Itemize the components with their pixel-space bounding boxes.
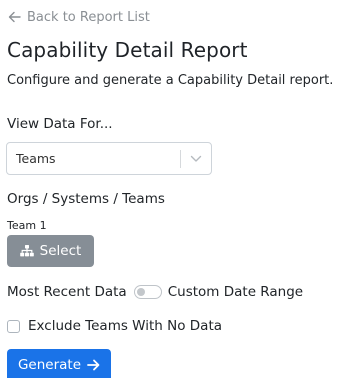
arrow-left-icon [8,11,21,23]
view-data-for-value: Teams [16,151,56,166]
arrow-right-icon [87,359,100,371]
view-data-for-select[interactable]: Teams [6,142,212,175]
page-subtitle: Configure and generate a Capability Deta… [7,73,334,88]
exclude-teams-row[interactable]: Exclude Teams With No Data [7,316,222,336]
back-link-label: Back to Report List [27,9,150,25]
custom-date-range-label: Custom Date Range [167,284,304,300]
orgs-systems-teams-label: Orgs / Systems / Teams [7,191,165,207]
generate-button-label: Generate [17,357,82,373]
back-to-report-list-link[interactable]: Back to Report List [8,8,150,26]
most-recent-data-label: Most Recent Data [7,284,127,300]
exclude-teams-label: Exclude Teams With No Data [28,318,223,334]
select-button-label: Select [39,243,82,259]
view-data-for-label: View Data For... [7,116,113,132]
generate-button[interactable]: Generate [7,349,111,378]
exclude-teams-checkbox[interactable] [7,319,20,333]
chevron-down-icon[interactable] [181,155,211,163]
team-label: Team 1 [7,219,47,232]
sitemap-icon [19,245,34,257]
toggle-knob [136,288,145,296]
select-teams-button[interactable]: Select [7,235,94,267]
date-range-row: Most Recent Data Custom Date Range [7,282,303,302]
date-range-toggle[interactable] [133,285,162,299]
page-title: Capability Detail Report [7,38,248,62]
